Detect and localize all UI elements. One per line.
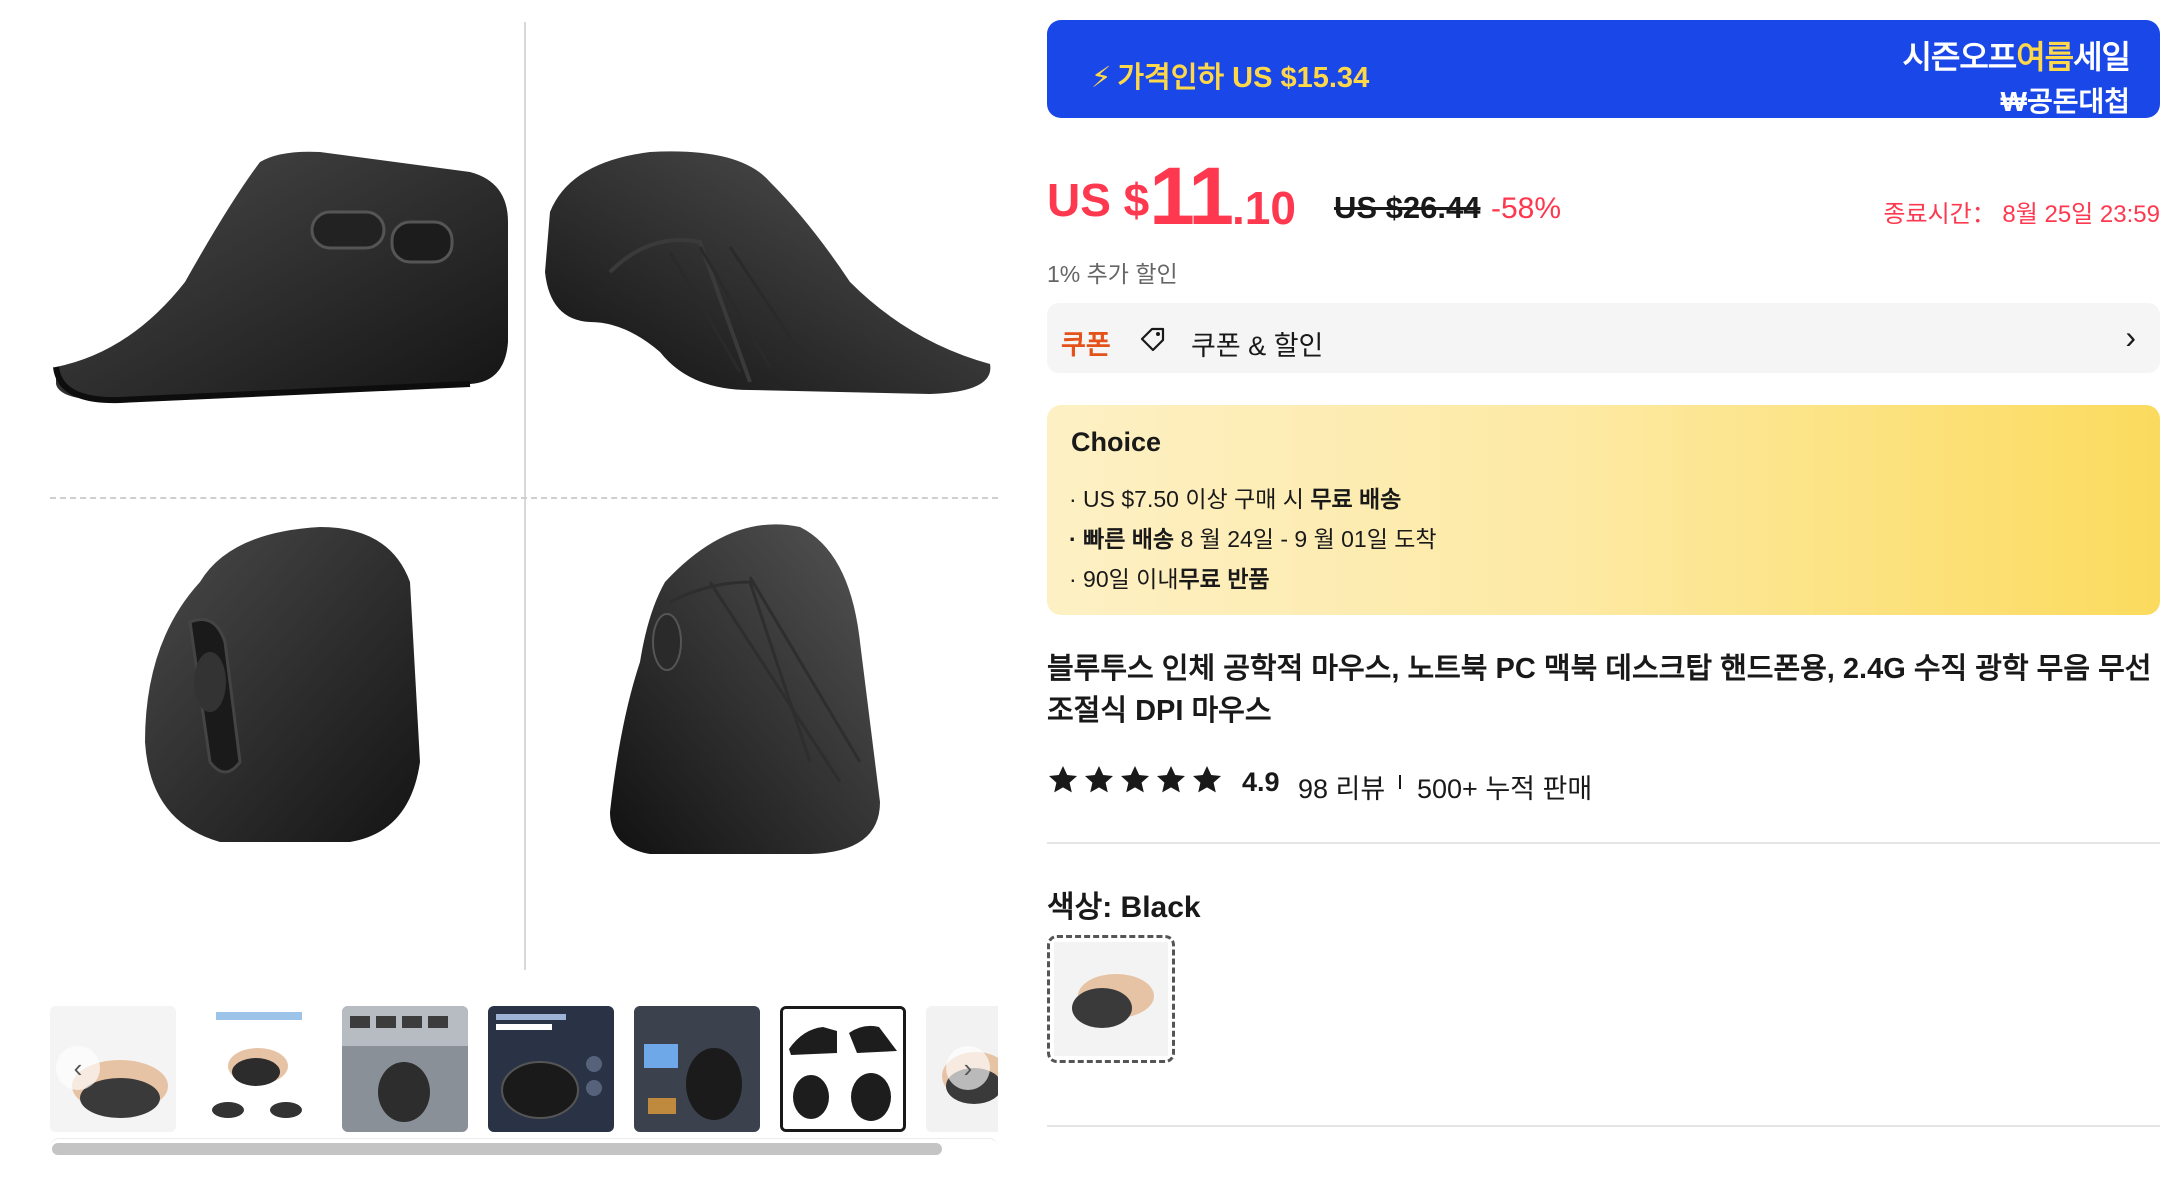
tag-icon <box>1139 325 1167 358</box>
product-title: 블루투스 인체 공학적 마우스, 노트북 PC 맥북 데스크탑 핸드폰용, 2.… <box>1047 653 2152 727</box>
extra-discount: 1% 추가 할인 <box>1047 261 1178 287</box>
promo-price-drop-text: 가격인하 US $15.34 <box>1117 62 1370 94</box>
section-divider <box>1047 1125 2160 1127</box>
color-label-prefix: 색상: <box>1047 891 1121 924</box>
thumbnail-5[interactable] <box>634 1006 760 1132</box>
rating-row[interactable]: 4.9 98 리뷰 500+ 누적 판매 <box>1047 760 2160 804</box>
choice-line-bold: · 빠른 배송 <box>1069 526 1175 552</box>
thumbnail-next-arrow[interactable]: › <box>946 1046 990 1090</box>
original-price: US $26.44 <box>1334 190 1481 225</box>
chevron-right-icon: › <box>2125 319 2136 355</box>
color-selected-value: Black <box>1120 891 1201 924</box>
promo-sale-title-part: 세일 <box>2073 39 2131 75</box>
thumbnail-image <box>342 1006 468 1132</box>
choice-line-bold: 무료 배송 <box>1310 486 1402 512</box>
choice-line-text: · US $7.50 이상 구매 시 <box>1069 486 1311 512</box>
choice-line-bold: 무료 반품 <box>1178 566 1270 592</box>
coupon-row[interactable]: 쿠폰 쿠폰 & 할인 › <box>1047 303 2160 373</box>
thumbnail-prev-arrow[interactable]: ‹ <box>56 1046 100 1090</box>
choice-free-shipping: · US $7.50 이상 구매 시 무료 배송 <box>1069 480 1401 514</box>
choice-line-text: · 90일 이내 <box>1069 566 1179 592</box>
price-decimal: .10 <box>1231 182 1296 234</box>
thumbnail-image <box>488 1006 614 1132</box>
thumbnail-scrollbar[interactable] <box>50 1138 998 1156</box>
swatch-image <box>1054 942 1168 1056</box>
thumbnail-image <box>783 1009 903 1129</box>
color-swatch-black[interactable] <box>1047 935 1175 1063</box>
current-price: US $11.10 <box>1047 150 1296 244</box>
choice-fast-delivery: · 빠른 배송 8 월 24일 - 9 월 01일 도착 <box>1069 520 1437 554</box>
discount-percent: -58% <box>1491 192 1562 225</box>
sale-end-time: 종료시간： 8월 25일 23:59 <box>1883 201 2160 228</box>
promo-sale-title: 시즌오프여름세일 <box>1902 32 2131 78</box>
promo-sale-title-highlight: 여름 <box>2016 39 2074 75</box>
promo-sale-subtitle: ₩공돈대첩 <box>2000 86 2130 117</box>
thumbnail-image <box>634 1006 760 1132</box>
thumbnail-2[interactable] <box>196 1006 322 1132</box>
choice-line-text: 8 월 24일 - 9 월 01일 도착 <box>1174 526 1437 552</box>
collage-divider-horizontal <box>50 497 998 499</box>
section-divider <box>1047 842 2160 844</box>
thumbnail-strip[interactable]: ‹ › <box>50 1000 998 1140</box>
choice-benefits: Choice · US $7.50 이상 구매 시 무료 배송 · 빠른 배송 … <box>1047 405 2160 615</box>
thumbnail-scrollbar-thumb[interactable] <box>52 1143 942 1155</box>
price-currency: US $ <box>1047 174 1150 226</box>
choice-free-returns: · 90일 이내무료 반품 <box>1069 560 1270 594</box>
thumbnail-4[interactable] <box>488 1006 614 1132</box>
star-rating-icon <box>1049 766 1221 793</box>
price-row: US $11.10 US $26.44 -58% 종료시간： 8월 25일 23… <box>1047 150 2160 242</box>
rating-score: 4.9 <box>1242 767 1280 797</box>
choice-title: Choice <box>1071 427 1162 457</box>
promo-price-drop: ⚡ 가격인하 US $15.34 <box>1091 54 1369 96</box>
coupon-label: 쿠폰 & 할인 <box>1191 331 1324 361</box>
lightning-icon: ⚡ <box>1091 62 1112 94</box>
sold-count: 500+ 누적 판매 <box>1417 774 1593 804</box>
thumbnail-3[interactable] <box>342 1006 468 1132</box>
promo-sale-title-part: 시즌오프 <box>1902 39 2017 75</box>
main-product-image[interactable] <box>50 22 998 970</box>
rating-separator <box>1399 775 1401 789</box>
promo-sale-logo: 시즌오프여름세일 ₩공돈대첩 <box>1902 32 2131 118</box>
color-label: 색상: Black <box>1047 882 1201 926</box>
thumbnail-6-active[interactable] <box>780 1006 906 1132</box>
reviews-link[interactable]: 98 리뷰 <box>1298 767 1385 806</box>
collage-divider-vertical <box>524 22 526 970</box>
price-integer: 11 <box>1149 151 1234 242</box>
coupon-tag: 쿠폰 <box>1061 330 1111 360</box>
promo-banner[interactable]: ⚡ 가격인하 US $15.34 시즌오프여름세일 ₩공돈대첩 <box>1047 20 2160 118</box>
thumbnail-image <box>196 1006 322 1132</box>
